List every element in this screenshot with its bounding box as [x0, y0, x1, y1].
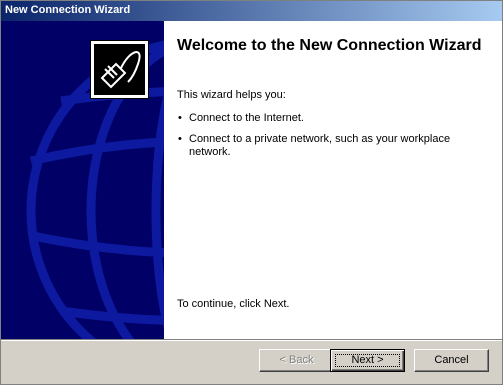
bullet-icon: • [178, 112, 182, 124]
list-item: • Connect to the Internet. [177, 112, 477, 125]
cancel-button[interactable]: Cancel [414, 349, 489, 372]
next-button-label: Next > [351, 354, 384, 366]
button-separator [1, 339, 502, 341]
back-button-label: < Back [279, 354, 314, 366]
list-item: • Connect to a private network, such as … [177, 133, 477, 159]
back-button[interactable]: < Back [259, 349, 334, 372]
bullet-icon: • [178, 133, 182, 145]
wizard-logo [90, 40, 149, 99]
list-item-text: Connect to a private network, such as yo… [189, 133, 451, 158]
wizard-content: Welcome to the New Connection Wizard Thi… [1, 21, 502, 339]
wizard-window: New Connection Wizard Welcome to the New… [0, 0, 503, 385]
list-item-text: Connect to the Internet. [189, 112, 304, 124]
page-heading: Welcome to the New Connection Wizard [177, 37, 482, 54]
next-button[interactable]: Next > [330, 349, 405, 372]
window-title: New Connection Wizard [5, 4, 131, 16]
intro-text: This wizard helps you: [177, 89, 286, 101]
title-bar[interactable]: New Connection Wizard [1, 1, 502, 21]
side-banner [1, 21, 164, 339]
network-cable-icon [94, 44, 145, 95]
feature-list: • Connect to the Internet. • Connect to … [177, 112, 477, 167]
cancel-button-label: Cancel [434, 354, 469, 366]
continue-text: To continue, click Next. [177, 298, 290, 310]
